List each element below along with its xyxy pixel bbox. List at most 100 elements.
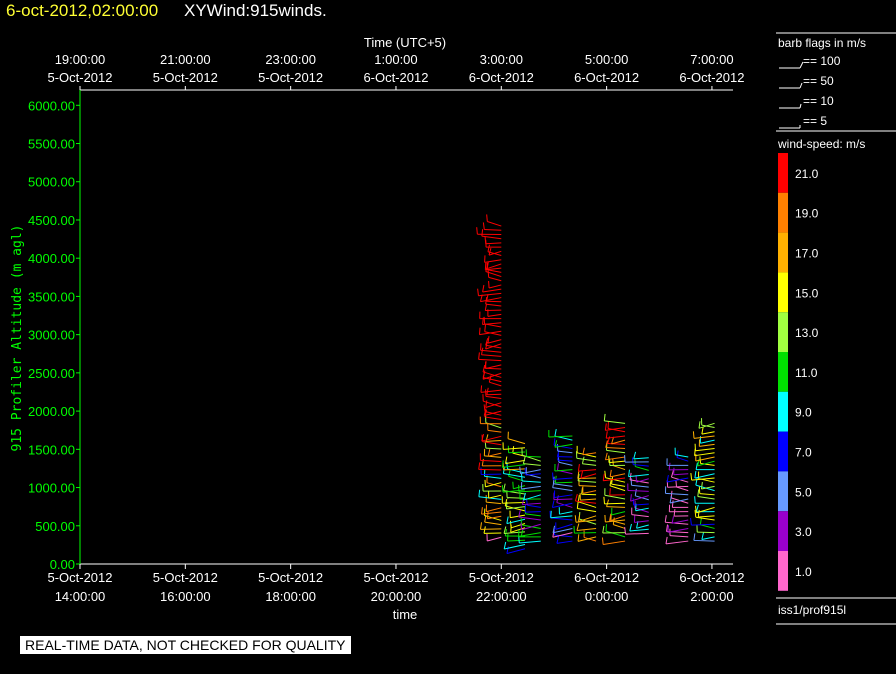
y-tick-label: 6000.00 bbox=[28, 98, 75, 113]
barb-flag bbox=[694, 471, 697, 479]
barb-flag bbox=[690, 473, 693, 481]
barb-shaft bbox=[604, 494, 626, 500]
barb-flag bbox=[630, 494, 632, 502]
barb-flag bbox=[698, 421, 701, 429]
barb-shaft bbox=[484, 228, 502, 231]
barb-flag bbox=[556, 463, 559, 471]
barb-shaft bbox=[488, 452, 502, 457]
barb-shaft bbox=[485, 343, 502, 350]
top-tick-label-time: 1:00:00 bbox=[374, 52, 417, 67]
barb-shaft bbox=[631, 484, 649, 488]
barb-shaft bbox=[699, 493, 715, 496]
barb-flag bbox=[476, 227, 478, 235]
barb-shaft bbox=[582, 452, 597, 456]
wind-barb bbox=[633, 451, 649, 460]
barb-flag bbox=[605, 452, 608, 460]
barb-flag bbox=[479, 522, 482, 530]
top-tick-label-time: 7:00:00 bbox=[690, 52, 733, 67]
barb-flag bbox=[690, 518, 692, 526]
barb-flag bbox=[483, 526, 486, 534]
barb-flag bbox=[633, 451, 637, 459]
barb-shaft bbox=[487, 313, 502, 317]
barb-flag bbox=[481, 507, 483, 515]
barb-shaft bbox=[489, 381, 502, 387]
barb-shaft bbox=[700, 524, 715, 529]
speed-label: 15.0 bbox=[795, 286, 819, 300]
barb-shaft bbox=[485, 242, 502, 245]
barb-flag bbox=[605, 524, 608, 532]
barb-shaft bbox=[604, 502, 626, 505]
barb-shaft bbox=[484, 416, 502, 421]
wind-barb bbox=[610, 513, 626, 525]
barb-flag bbox=[697, 489, 700, 497]
barb-shaft bbox=[503, 468, 526, 471]
barb-shaft bbox=[486, 393, 502, 396]
barb-flag bbox=[576, 523, 580, 531]
barb-flag bbox=[503, 541, 507, 550]
y-tick-label: 500.00 bbox=[35, 519, 75, 534]
barb-flag bbox=[695, 504, 699, 512]
barb-shaft bbox=[525, 473, 541, 476]
barb-flag bbox=[550, 510, 552, 518]
barb-flag bbox=[581, 487, 583, 495]
speed-color-swatch bbox=[778, 471, 788, 512]
speed-color-swatch bbox=[778, 272, 788, 313]
y-tick-label: 5000.00 bbox=[28, 175, 75, 190]
wind-barb bbox=[612, 458, 626, 471]
barb-flag bbox=[574, 493, 578, 502]
legend-panel: barb flags in m/s == 100 == 50 == 10 == 5 win… bbox=[776, 32, 896, 625]
barb-flag bbox=[486, 214, 488, 222]
wind-barb bbox=[603, 496, 626, 505]
x-axis-label: time bbox=[393, 607, 418, 622]
speed-color-swatch bbox=[778, 312, 788, 352]
barb-flag bbox=[697, 509, 700, 518]
wind-barb bbox=[486, 533, 502, 542]
y-tick-label: 1500.00 bbox=[28, 442, 75, 457]
barb-shaft bbox=[559, 511, 573, 515]
barb-flag bbox=[692, 431, 695, 439]
barb-flag bbox=[503, 483, 506, 491]
barb-flag bbox=[501, 485, 504, 493]
wind-barb bbox=[673, 509, 689, 517]
barb-shaft bbox=[695, 448, 715, 452]
barb-shaft bbox=[676, 457, 689, 462]
barb-flag bbox=[577, 463, 580, 472]
speed-label: 3.0 bbox=[795, 525, 812, 539]
barb-shaft bbox=[480, 459, 502, 463]
wind-barb bbox=[488, 491, 502, 499]
barb-flag bbox=[605, 431, 608, 439]
speed-color-swatch bbox=[778, 352, 788, 392]
barb-shaft bbox=[521, 485, 541, 490]
barb-flag bbox=[671, 516, 675, 524]
barb-shaft bbox=[478, 468, 502, 471]
x-tick-label-time: 16:00:00 bbox=[160, 589, 211, 604]
wind-barb bbox=[481, 433, 502, 442]
barb-flag bbox=[519, 466, 522, 474]
y-tick-label: 3500.00 bbox=[28, 289, 75, 304]
x-tick-label-time: 14:00:00 bbox=[55, 589, 106, 604]
wind-barb bbox=[548, 429, 573, 438]
wind-barb bbox=[480, 467, 502, 476]
barb-legend-label: == 5 bbox=[803, 114, 827, 128]
barb-flag bbox=[478, 327, 481, 335]
barb-flag bbox=[699, 517, 702, 525]
barb-shaft bbox=[676, 486, 689, 492]
barb-flag bbox=[512, 481, 514, 489]
barb-flag bbox=[556, 536, 560, 544]
speed-color-swatch bbox=[778, 391, 788, 432]
barb-flag bbox=[700, 481, 703, 490]
speed-label: 1.0 bbox=[795, 565, 812, 579]
barb-flag bbox=[486, 511, 489, 519]
barb-flag bbox=[604, 470, 607, 478]
wind-barb bbox=[484, 255, 502, 263]
barb-flag bbox=[581, 456, 585, 464]
y-tick-label: 4500.00 bbox=[28, 213, 75, 228]
barb-shaft bbox=[697, 495, 715, 500]
speed-scale-title: wind-speed: m/s bbox=[777, 137, 865, 151]
barb-shaft bbox=[487, 339, 502, 344]
barb-shaft bbox=[550, 515, 573, 519]
barb-flag bbox=[487, 449, 491, 457]
y-tick-label: 1000.00 bbox=[28, 481, 75, 496]
barb-shaft bbox=[611, 439, 626, 445]
barb-shaft bbox=[665, 492, 689, 496]
